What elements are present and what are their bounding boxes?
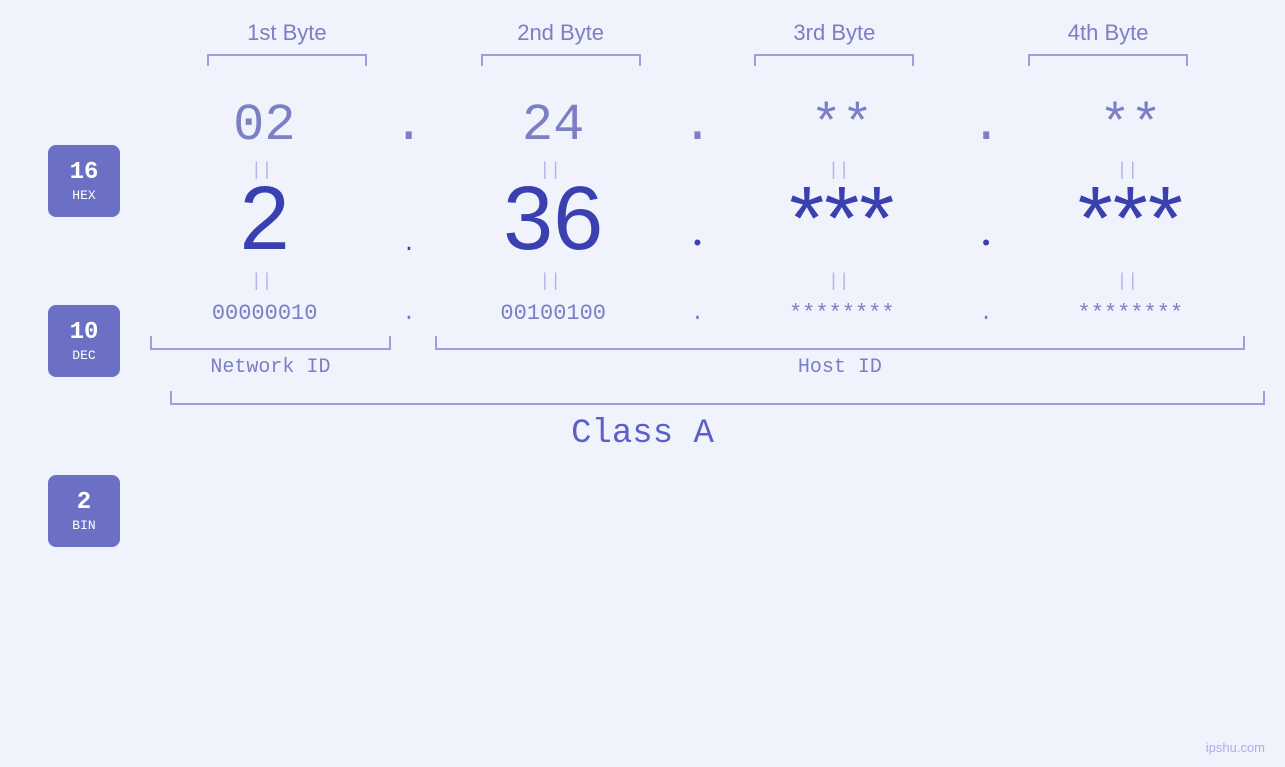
dec-sep3: •	[971, 232, 1001, 257]
badge-dec-label: DEC	[72, 348, 95, 363]
outer-bracket	[170, 391, 1265, 405]
host-bracket	[435, 336, 1245, 350]
bin-b3: ********	[742, 301, 942, 326]
dec-sep1: .	[394, 232, 424, 257]
bin-row: 00000010 . 00100100 . ******** . *******…	[0, 301, 1285, 326]
bracket-byte4	[1008, 54, 1208, 66]
conn5: ||	[165, 270, 365, 291]
bin-sep3: .	[971, 301, 1001, 326]
conn7: ||	[742, 270, 942, 291]
bin-sep2: .	[682, 301, 712, 326]
dec-b2: 36	[453, 174, 653, 264]
hex-b4: **	[1031, 96, 1231, 155]
badge-bin-number: 2	[77, 489, 91, 516]
bracket-byte2	[461, 54, 661, 66]
dec-b3: ***	[742, 174, 942, 264]
hex-b2: 24	[453, 96, 653, 155]
hex-b3: **	[742, 96, 942, 155]
conn6: ||	[453, 270, 653, 291]
hex-b1: 02	[164, 96, 364, 155]
badge-dec: 10 DEC	[48, 305, 120, 377]
bin-sep1: .	[394, 301, 424, 326]
badge-hex-label: HEX	[72, 188, 95, 203]
connector-dec-bin: || || || ||	[0, 270, 1285, 291]
bin-b2: 00100100	[453, 301, 653, 326]
hex-sep3: .	[971, 96, 1002, 155]
host-id-label: Host ID	[435, 356, 1245, 379]
dec-b4: ***	[1030, 174, 1230, 264]
dec-sep2: •	[682, 232, 712, 257]
bracket-byte3	[734, 54, 934, 66]
top-brackets	[0, 54, 1285, 66]
bin-b1: 00000010	[165, 301, 365, 326]
badge-dec-number: 10	[70, 319, 99, 346]
id-labels: Network ID Host ID	[0, 356, 1285, 379]
header-byte1: 1st Byte	[187, 20, 387, 46]
byte-headers: 1st Byte 2nd Byte 3rd Byte 4th Byte	[0, 0, 1285, 46]
hex-sep2: .	[682, 96, 713, 155]
bin-b4: ********	[1030, 301, 1230, 326]
watermark: ipshu.com	[1206, 740, 1265, 755]
header-byte4: 4th Byte	[1008, 20, 1208, 46]
hex-row: 02 . 24 . ** . **	[150, 96, 1245, 155]
dec-row: 2 . 36 • *** • ***	[0, 174, 1285, 264]
badge-hex-number: 16	[70, 159, 99, 186]
badge-hex: 16 HEX	[48, 145, 120, 217]
header-byte3: 3rd Byte	[734, 20, 934, 46]
class-label: Class A	[571, 415, 714, 453]
badge-bin: 2 BIN	[48, 475, 120, 547]
conn8: ||	[1030, 270, 1230, 291]
bracket-byte1	[187, 54, 387, 66]
main-container: 1st Byte 2nd Byte 3rd Byte 4th Byte 16 H…	[0, 0, 1285, 767]
hex-sep1: .	[393, 96, 424, 155]
badge-bin-label: BIN	[72, 518, 95, 533]
network-id-label: Network ID	[150, 356, 391, 379]
network-bracket	[150, 336, 391, 350]
bottom-brackets	[0, 336, 1285, 350]
header-byte2: 2nd Byte	[461, 20, 661, 46]
dec-b1: 2	[165, 174, 365, 264]
rows-area: 02 . 24 . ** . ** || || || ||	[0, 76, 1285, 184]
